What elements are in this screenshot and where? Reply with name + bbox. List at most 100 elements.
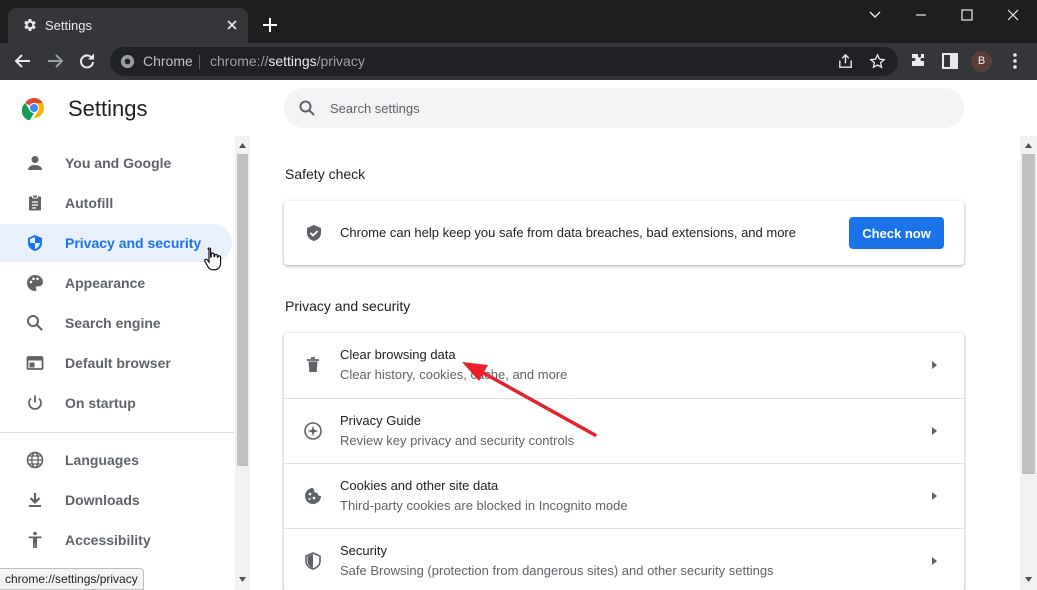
- side-panel-icon[interactable]: [940, 51, 960, 71]
- site-chip: Chrome: [143, 53, 193, 69]
- download-icon: [29, 493, 41, 507]
- sidebar-scrollbar-thumb[interactable]: [237, 154, 248, 466]
- sidebar-item-autofill[interactable]: Autofill: [0, 184, 232, 222]
- sidebar-item-you-and-google[interactable]: You and Google: [0, 144, 232, 182]
- sidebar-item-label: Privacy and security: [65, 235, 202, 251]
- forward-icon[interactable]: [45, 51, 65, 71]
- accessibility-icon: [28, 531, 42, 548]
- close-tab-icon[interactable]: [224, 17, 240, 33]
- tab-title: Settings: [45, 18, 92, 33]
- sidebar-item-label: Appearance: [65, 275, 146, 291]
- url-host: settings: [268, 53, 317, 69]
- main-scrollbar[interactable]: [1020, 136, 1037, 590]
- sidebar-item-downloads[interactable]: Downloads: [0, 481, 232, 519]
- sidebar-item-languages[interactable]: Languages: [0, 441, 232, 479]
- person-icon: [28, 156, 42, 170]
- row-title: Privacy Guide: [340, 413, 421, 428]
- back-icon[interactable]: [13, 51, 33, 71]
- sidebar-item-label: Autofill: [65, 195, 114, 211]
- shield-icon: [28, 235, 42, 251]
- tab-strip: Settings: [0, 0, 1037, 43]
- row-cookies[interactable]: Cookies and other site data Third-party …: [284, 463, 964, 528]
- gear-icon: [24, 19, 36, 31]
- tab-settings[interactable]: Settings: [8, 8, 248, 43]
- sidebar: You and Google Autofill Privacy and secu…: [0, 136, 234, 590]
- sidebar-scrollbar[interactable]: [235, 136, 250, 590]
- row-subtitle: Third-party cookies are blocked in Incog…: [340, 498, 628, 513]
- safety-check-description: Chrome can help keep you safe from data …: [340, 225, 796, 240]
- search-icon: [299, 100, 315, 116]
- shield-check-icon: [307, 225, 321, 241]
- profile-avatar[interactable]: B: [971, 51, 992, 72]
- scroll-down-arrow-icon[interactable]: [1024, 575, 1033, 584]
- maximize-icon[interactable]: [956, 6, 978, 24]
- shield-half-icon: [305, 552, 321, 570]
- sidebar-item-privacy-and-security[interactable]: Privacy and security: [0, 224, 232, 262]
- minimize-icon[interactable]: [910, 6, 932, 24]
- compass-icon: [304, 422, 322, 440]
- hand-cursor-icon: [204, 247, 222, 271]
- row-security[interactable]: Security Safe Browsing (protection from …: [284, 528, 964, 590]
- search-icon: [27, 315, 43, 331]
- url-scheme: chrome://: [210, 53, 269, 69]
- extensions-icon[interactable]: [908, 51, 928, 71]
- sidebar-item-default-browser[interactable]: Default browser: [0, 344, 232, 382]
- scroll-up-arrow-icon[interactable]: [1024, 141, 1033, 150]
- new-tab-icon[interactable]: [261, 16, 279, 34]
- chrome-logo-icon: [22, 98, 44, 120]
- row-privacy-guide[interactable]: Privacy Guide Review key privacy and sec…: [284, 398, 964, 463]
- address-bar[interactable]: Chrome chrome://settings/privacy: [110, 47, 898, 76]
- main-scrollbar-thumb[interactable]: [1022, 154, 1035, 474]
- search-box[interactable]: [284, 88, 964, 128]
- chevron-right-icon: [932, 492, 937, 500]
- row-subtitle: Review key privacy and security controls: [340, 433, 575, 448]
- sidebar-item-label: You and Google: [65, 155, 172, 171]
- row-title: Security: [340, 543, 387, 558]
- chrome-page-icon[interactable]: [119, 53, 136, 70]
- tab-search-icon[interactable]: [864, 6, 886, 24]
- sidebar-item-label: Downloads: [65, 492, 140, 508]
- url-text[interactable]: chrome://settings/privacy: [210, 53, 365, 69]
- sidebar-item-label: Search engine: [65, 315, 161, 331]
- row-subtitle: Clear history, cookies, cache, and more: [340, 367, 568, 382]
- sidebar-divider: [0, 432, 234, 433]
- chevron-right-icon: [932, 361, 937, 369]
- clipboard-icon: [29, 194, 41, 211]
- chevron-right-icon: [932, 427, 937, 435]
- url-path: /privacy: [316, 53, 365, 69]
- chevron-right-icon: [932, 557, 937, 565]
- safety-check-card: Chrome can help keep you safe from data …: [284, 201, 964, 265]
- sidebar-item-accessibility[interactable]: Accessibility: [0, 521, 232, 559]
- sidebar-item-label: Languages: [65, 452, 139, 468]
- check-now-button[interactable]: Check now: [849, 217, 944, 249]
- sidebar-item-label: On startup: [65, 395, 136, 411]
- palette-icon: [27, 275, 43, 291]
- omnibox-divider: [199, 55, 200, 69]
- privacy-section-heading: Privacy and security: [285, 298, 411, 314]
- privacy-card: Clear browsing data Clear history, cooki…: [284, 333, 964, 590]
- trash-icon: [307, 357, 319, 372]
- row-title: Cookies and other site data: [340, 478, 499, 493]
- browser-window-icon: [26, 356, 44, 370]
- row-clear-browsing-data[interactable]: Clear browsing data Clear history, cooki…: [284, 333, 964, 398]
- sidebar-item-label: Accessibility: [65, 532, 151, 548]
- scroll-up-arrow-icon[interactable]: [238, 141, 247, 150]
- scroll-down-arrow-icon[interactable]: [238, 575, 247, 584]
- sidebar-item-on-startup[interactable]: On startup: [0, 384, 232, 422]
- globe-icon: [26, 451, 44, 469]
- bookmark-star-icon[interactable]: [869, 53, 886, 70]
- row-subtitle: Safe Browsing (protection from dangerous…: [340, 563, 774, 578]
- power-icon: [28, 395, 42, 410]
- row-title: Clear browsing data: [340, 347, 456, 362]
- page-title: Settings: [68, 96, 148, 121]
- status-bubble-url: chrome://settings/privacy: [0, 568, 144, 590]
- cookie-icon: [305, 488, 321, 504]
- search-input[interactable]: [330, 88, 930, 128]
- sidebar-item-search-engine[interactable]: Search engine: [0, 304, 232, 342]
- menu-kebab-icon[interactable]: [1005, 51, 1025, 71]
- share-icon[interactable]: [837, 53, 854, 70]
- close-window-icon[interactable]: [1002, 6, 1024, 24]
- reload-icon[interactable]: [77, 51, 97, 71]
- sidebar-item-appearance[interactable]: Appearance: [0, 264, 232, 302]
- toolbar: Chrome chrome://settings/privacy B: [0, 43, 1037, 80]
